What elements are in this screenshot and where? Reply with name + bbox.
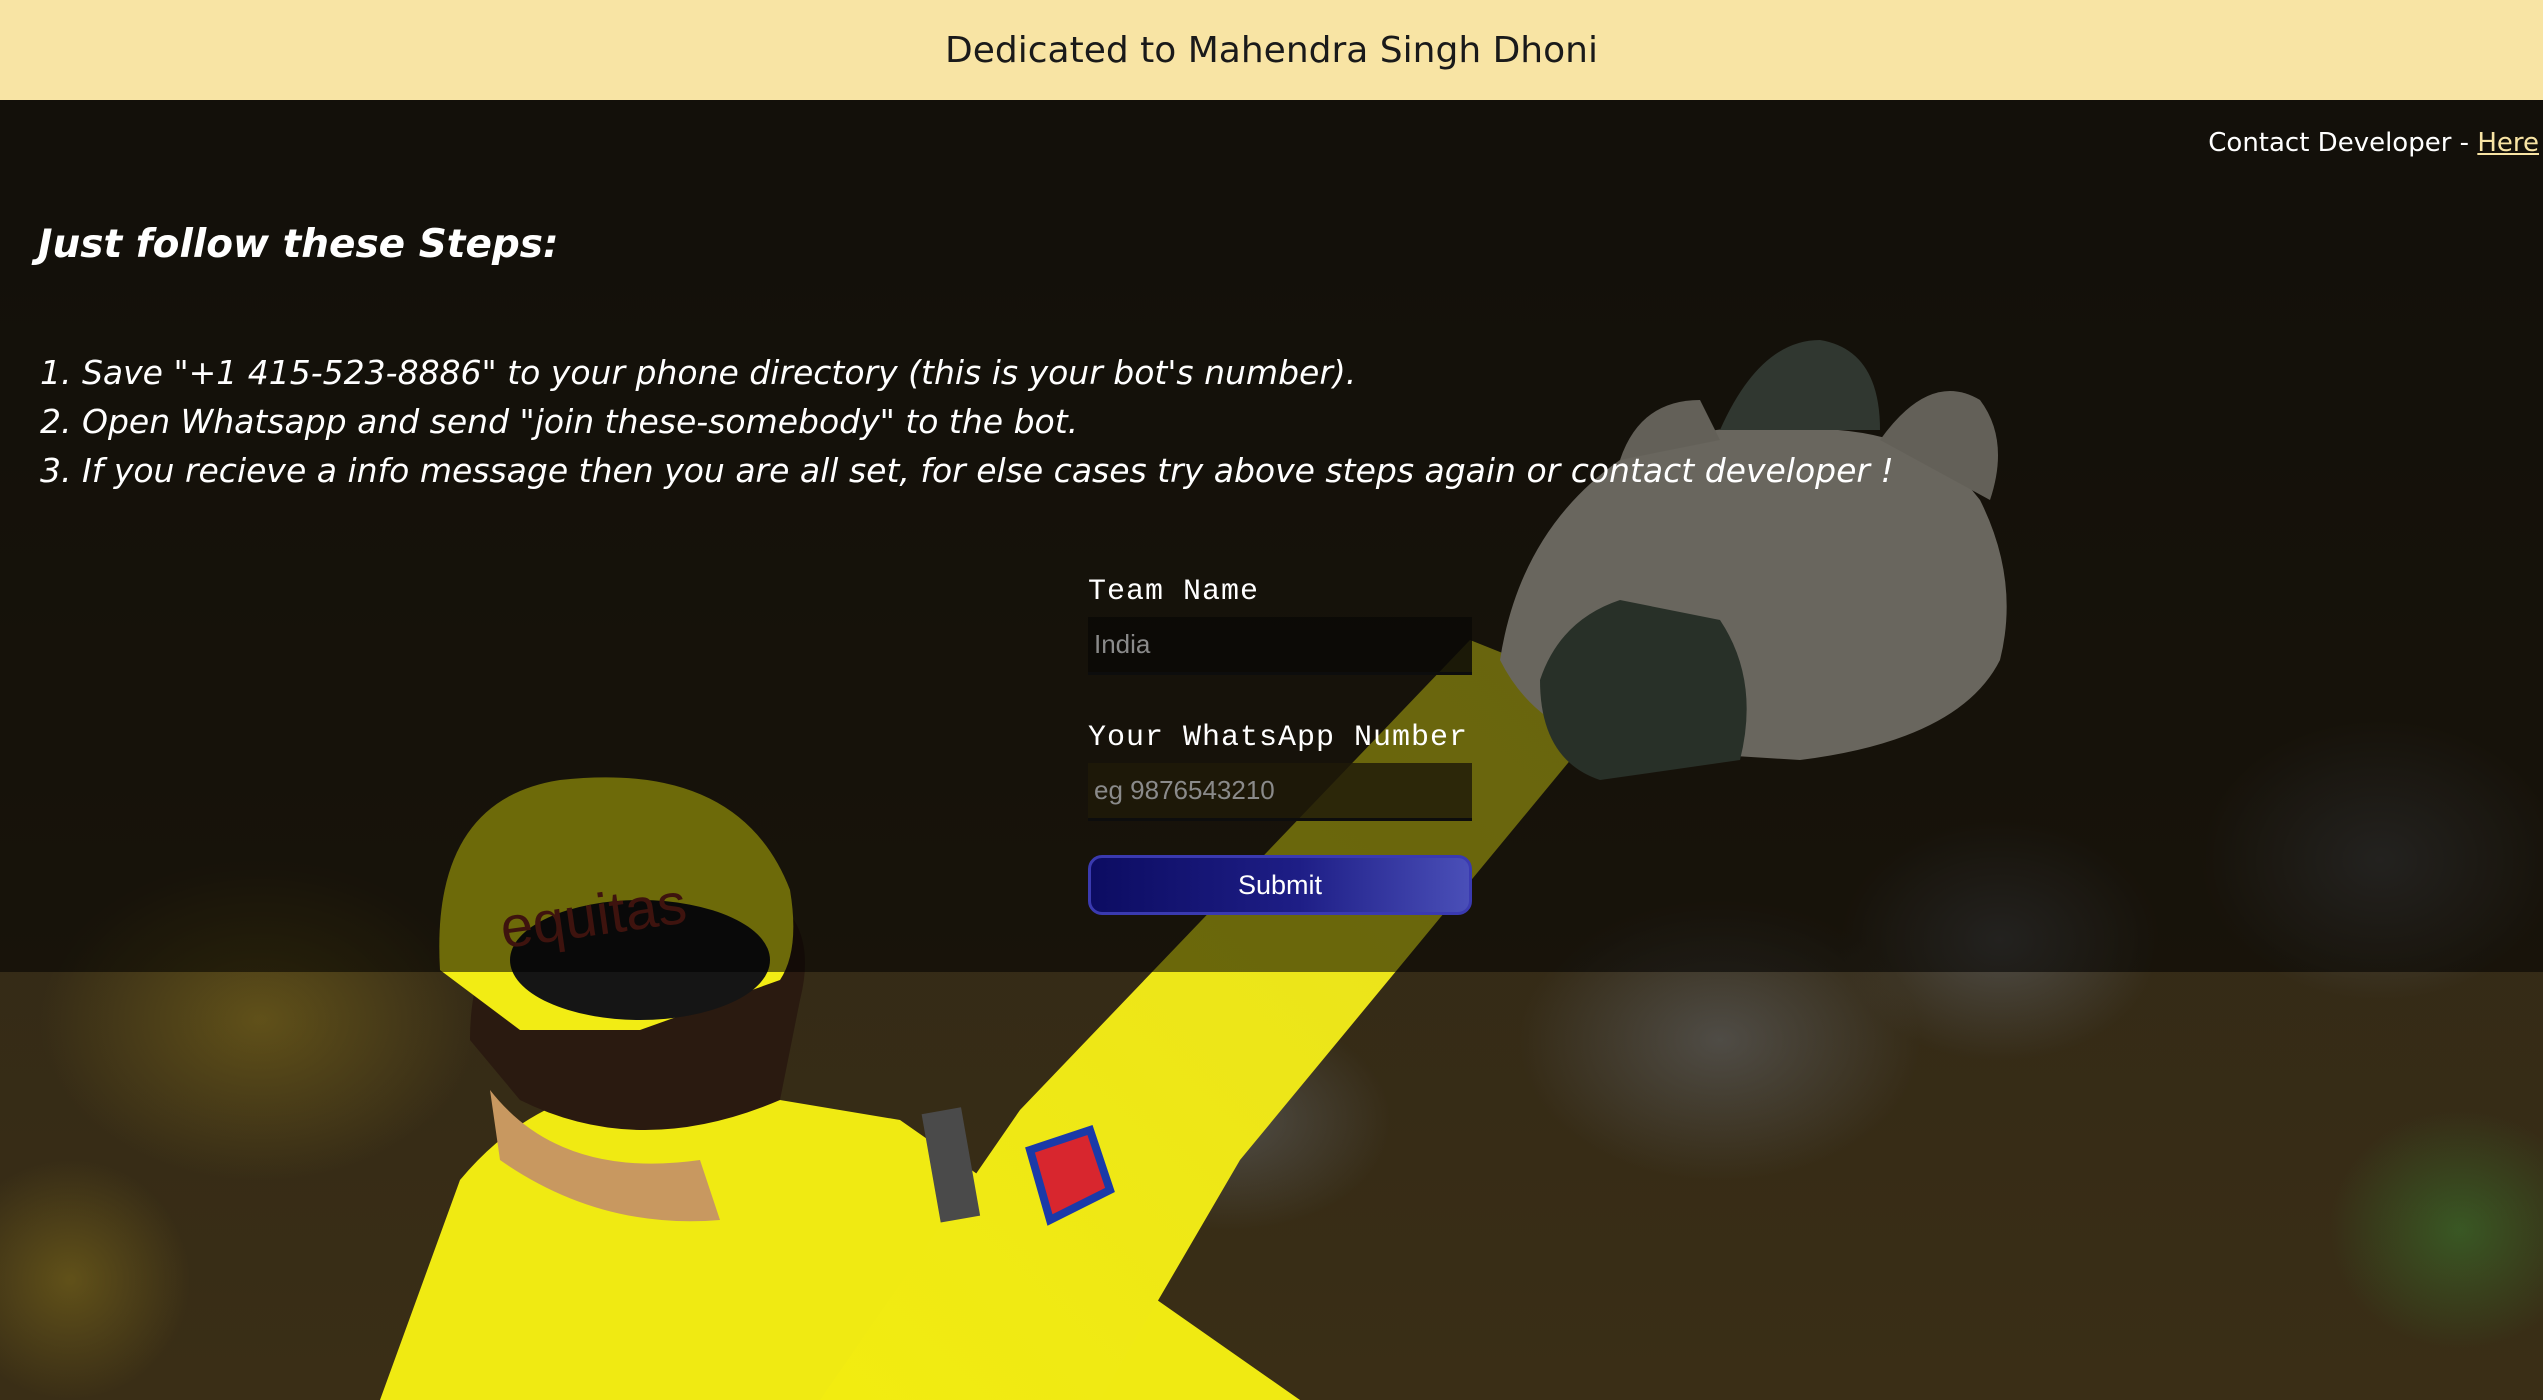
steps-heading: Just follow these Steps:: [38, 222, 559, 267]
contact-developer: Contact Developer - Here: [2208, 128, 2539, 158]
page: Dedicated to Mahendra Singh Dhoni Contac…: [0, 0, 2543, 1400]
contact-here-link[interactable]: Here: [2477, 128, 2539, 158]
contact-prefix: Contact Developer -: [2208, 128, 2478, 158]
steps-list: 1. Save "+1 415-523-8886" to your phone …: [40, 348, 1894, 495]
submit-button[interactable]: Submit: [1088, 855, 1472, 915]
signup-form: Team Name Your WhatsApp Number Submit: [1088, 575, 1472, 915]
header-banner: Dedicated to Mahendra Singh Dhoni: [0, 0, 2543, 100]
banner-title: Dedicated to Mahendra Singh Dhoni: [945, 29, 1598, 71]
team-name-label: Team Name: [1088, 575, 1260, 609]
step-item: 2. Open Whatsapp and send "join these-so…: [40, 402, 1079, 441]
whatsapp-number-input[interactable]: [1088, 763, 1472, 821]
team-name-input[interactable]: [1088, 617, 1472, 675]
step-item: 1. Save "+1 415-523-8886" to your phone …: [40, 353, 1357, 392]
whatsapp-number-label: Your WhatsApp Number: [1088, 721, 1469, 755]
step-item: 3. If you recieve a info message then yo…: [40, 451, 1894, 490]
